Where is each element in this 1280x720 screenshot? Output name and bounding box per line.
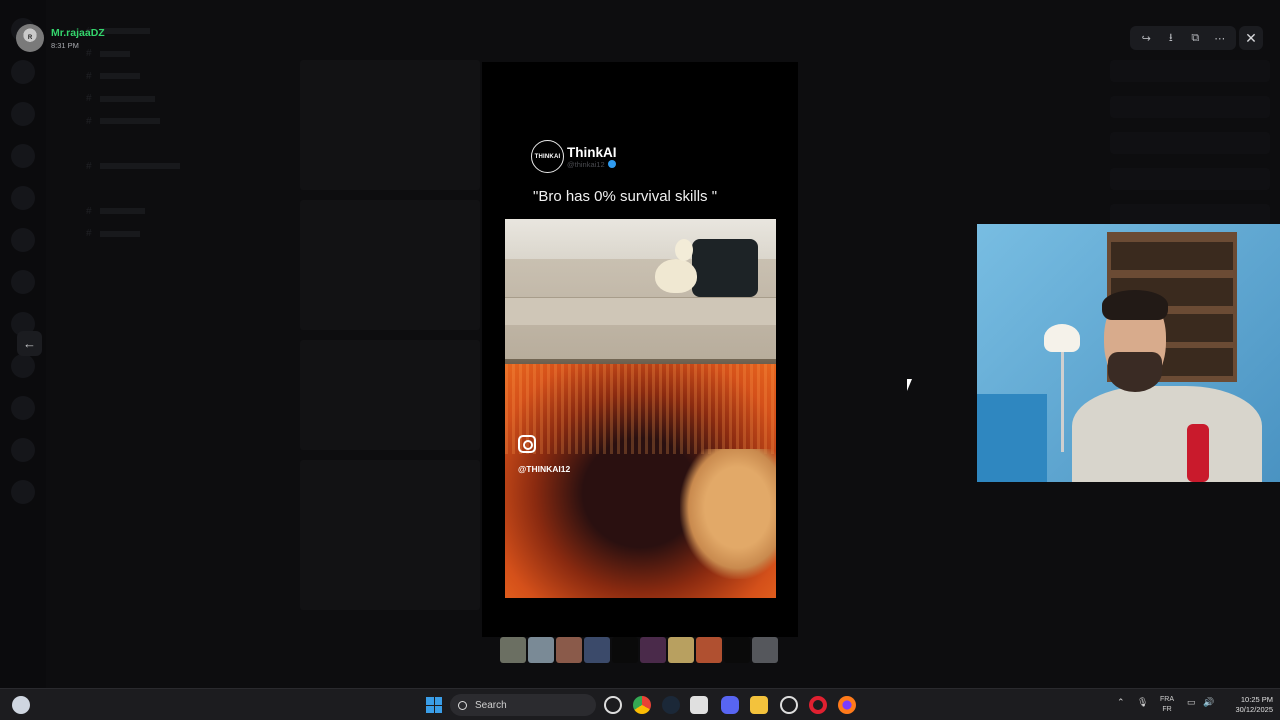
thumbnail[interactable] — [752, 637, 778, 663]
forward-icon[interactable]: ↪ — [1137, 29, 1155, 47]
thumbnail-strip — [500, 637, 778, 663]
post-caption: "Bro has 0% survival skills " — [533, 188, 718, 205]
network-icon[interactable]: ▭ — [1187, 697, 1196, 708]
microphone-icon[interactable]: 🎙 — [1137, 697, 1148, 708]
chrome-icon[interactable] — [633, 696, 651, 714]
discord-icon[interactable] — [721, 696, 739, 714]
webcam-overlay — [977, 224, 1280, 482]
steam-icon[interactable] — [662, 696, 680, 714]
account-logo: THINKAI — [531, 140, 564, 173]
download-icon[interactable]: ⭳ — [1162, 29, 1180, 47]
thumbnail[interactable] — [696, 637, 722, 663]
video-frame[interactable]: @THINKAI12 — [505, 219, 776, 598]
opera-icon[interactable] — [809, 696, 827, 714]
screen: # # # # # # # # R Mr.rajaaDZ 8:31 PM ↪ ⭳… — [0, 0, 1280, 720]
username[interactable]: Mr.rajaaDZ — [51, 27, 105, 39]
thumbnail[interactable] — [500, 637, 526, 663]
more-icon[interactable]: ⋯ — [1211, 29, 1229, 47]
taskbar-search[interactable]: Search — [450, 694, 596, 716]
weather-icon[interactable] — [12, 696, 30, 714]
account-name: ThinkAI — [567, 144, 617, 160]
taskbar: Search ⌃ 🎙 FRA FR ▭ 🔊 10:25 PM 30/12/202… — [0, 688, 1280, 720]
media-toolbar: ↪ ⭳ ⧉ ⋯ — [1130, 26, 1236, 50]
channel-list: # # # # # # # # — [46, 20, 256, 680]
thumbnail[interactable] — [640, 637, 666, 663]
instagram-icon — [518, 435, 536, 453]
previous-arrow-icon[interactable]: ← — [17, 331, 42, 356]
search-placeholder: Search — [475, 699, 507, 711]
thumbnail[interactable] — [724, 637, 750, 663]
media-author: R Mr.rajaaDZ 8:31 PM — [16, 24, 105, 52]
thumbnail[interactable] — [528, 637, 554, 663]
account-handle: @thinkai12 — [567, 159, 605, 169]
tray-chevron-icon[interactable]: ⌃ — [1117, 697, 1125, 708]
search-icon — [458, 700, 467, 710]
chat-area — [300, 60, 480, 630]
windows-start-icon[interactable] — [426, 697, 442, 713]
chatgpt-icon[interactable] — [604, 696, 622, 714]
post-time: 8:31 PM — [51, 40, 79, 50]
verified-badge-icon — [607, 160, 616, 168]
close-icon[interactable]: ✕ — [1239, 26, 1263, 50]
file-explorer-icon[interactable] — [750, 696, 768, 714]
watermark-handle: @THINKAI12 — [518, 464, 571, 474]
thumbnail[interactable] — [668, 637, 694, 663]
volume-icon[interactable]: 🔊 — [1203, 697, 1214, 708]
thumbnail[interactable] — [612, 637, 638, 663]
avatar[interactable]: R — [16, 24, 44, 52]
video-editor-icon[interactable] — [690, 696, 708, 714]
firefox-icon[interactable] — [838, 696, 856, 714]
language-indicator[interactable]: FRA FR — [1160, 695, 1174, 715]
thumbnail[interactable] — [584, 637, 610, 663]
clock[interactable]: 10:25 PM 30/12/2025 — [1225, 695, 1273, 715]
mouse-cursor-icon — [907, 379, 917, 391]
app-icon[interactable] — [780, 696, 798, 714]
thumbnail[interactable] — [556, 637, 582, 663]
post-header: THINKAI ThinkAI @thinkai12 — [531, 140, 751, 173]
open-external-icon[interactable]: ⧉ — [1186, 29, 1204, 47]
